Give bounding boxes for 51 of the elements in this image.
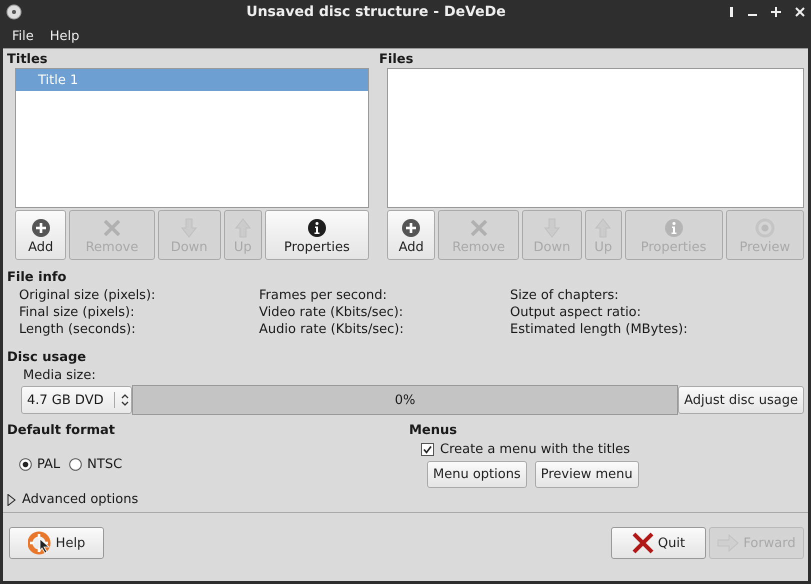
close-icon[interactable] [795, 7, 805, 17]
section-heading: Default format [7, 423, 116, 439]
info-label: Size of chapters: [510, 287, 620, 304]
tool-button[interactable]: Add [387, 210, 436, 260]
section-heading: File info [7, 270, 68, 286]
tool-button[interactable]: Properties [264, 210, 369, 260]
info-label: Frames per second: [259, 287, 388, 304]
menu-action-button[interactable]: Preview menu [534, 461, 639, 488]
lifebuoy-icon [28, 531, 52, 555]
info-label: Video rate (Kbits/sec): [259, 304, 404, 321]
adjust-disc-usage-button[interactable]: Adjust disc usage [678, 386, 804, 414]
info-label: Audio rate (Kbits/sec): [259, 321, 405, 338]
radio-label: PAL [37, 457, 60, 472]
radio-label: NTSC [87, 457, 122, 472]
info-icon [664, 218, 684, 238]
radio-button[interactable] [19, 458, 32, 471]
close-icon [102, 218, 122, 238]
menu-item[interactable]: File [12, 28, 34, 44]
info-icon [306, 218, 327, 238]
section-heading: Titles [7, 52, 49, 68]
spin-arrows-icon [114, 392, 131, 408]
swirl-icon [754, 218, 775, 238]
disc-icon [6, 4, 22, 20]
radio-button[interactable] [69, 458, 82, 471]
field-label: Media size: [23, 368, 97, 383]
pin-icon[interactable] [730, 7, 734, 17]
dialog-button[interactable]: Help [9, 527, 104, 559]
media-size-dropdown[interactable]: 4.7 GB DVD [21, 386, 132, 414]
info-label: Length (seconds): [19, 321, 137, 338]
maximize-icon[interactable] [771, 7, 781, 17]
add-icon [401, 218, 422, 238]
tool-button[interactable]: Add [15, 210, 66, 260]
close-icon [632, 532, 654, 554]
info-label: Estimated length (MBytes): [510, 321, 689, 338]
section-heading: Disc usage [7, 350, 88, 366]
menu-item[interactable]: Help [50, 28, 80, 44]
checkbox-label: Create a menu with the titles [440, 442, 630, 457]
add-icon [30, 218, 51, 238]
usage-reading: 0% [394, 392, 416, 408]
info-label: Output aspect ratio: [510, 304, 642, 321]
section-heading: Files [379, 52, 414, 68]
close-icon [468, 218, 489, 238]
expander-arrow-icon[interactable] [7, 494, 16, 506]
info-label: Original size (pixels): [19, 287, 156, 304]
menu-action-button[interactable]: Menu options [427, 461, 527, 488]
checkbox[interactable] [421, 443, 434, 456]
info-label: Final size (pixels): [19, 304, 136, 321]
advanced-options-label[interactable]: Advanced options [22, 492, 138, 507]
dialog-button[interactable]: Quit [611, 527, 706, 559]
window-title: Unsaved disc structure - DeVeDe [245, 4, 507, 20]
section-heading: Menus [409, 423, 458, 439]
